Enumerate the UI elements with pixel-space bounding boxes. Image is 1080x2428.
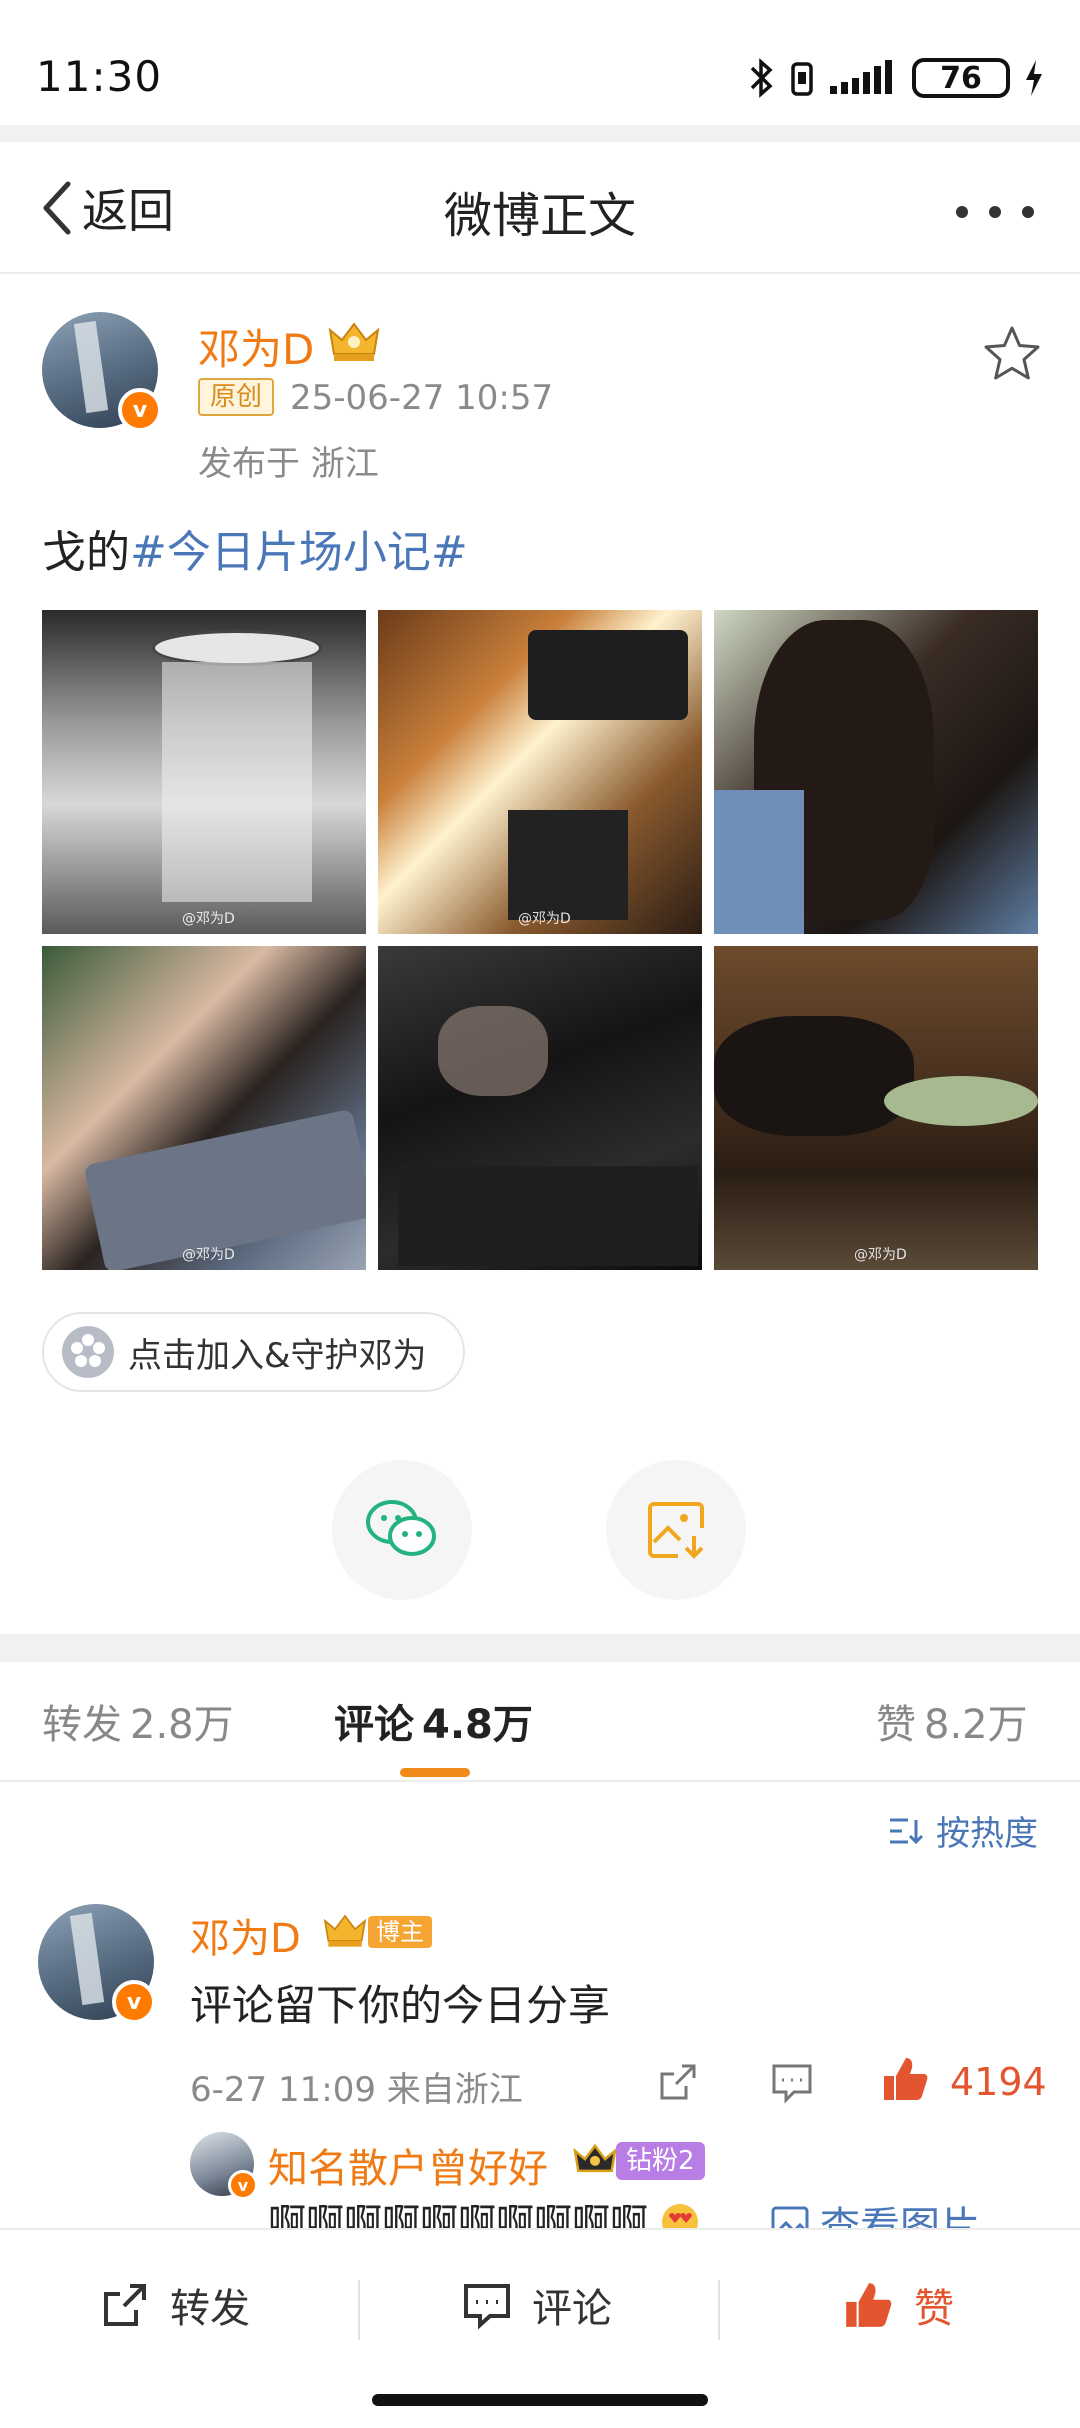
post-time: 25-06-27 10:57 — [290, 378, 554, 418]
post-location: 发布于 浙江 — [198, 444, 379, 484]
join-label: 点击加入&守护邓为 — [128, 1335, 427, 1376]
avatar-figure — [73, 320, 109, 414]
page-title: 微博正文 — [443, 188, 636, 244]
save-image-icon — [648, 1502, 704, 1559]
comment-author[interactable]: 邓为D — [190, 1906, 301, 1964]
like-icon — [846, 2283, 892, 2327]
bottom-repost-label: 转发 — [170, 2286, 250, 2332]
comment-meta: 6-27 11:09 来自浙江 — [190, 2070, 523, 2110]
charging-icon — [1026, 60, 1042, 96]
back-button[interactable]: 返回 — [40, 176, 174, 240]
section-divider — [0, 1634, 1080, 1662]
image-tile-1[interactable]: @邓为D — [42, 610, 366, 934]
crown-icon — [328, 322, 380, 361]
sort-button[interactable]: 按热度 — [888, 1806, 1038, 1855]
tab-bar: 转发 2.8万 评论 4.8万 赞 8.2万 — [0, 1662, 1080, 1782]
tab-label: 评论 — [334, 1702, 414, 1748]
chevron-left-icon — [43, 181, 71, 235]
active-tab-indicator — [400, 1768, 470, 1777]
reply-author[interactable]: 知名散户曾好好 — [268, 2136, 548, 2194]
image-watermark: @邓为D — [182, 911, 235, 927]
fan-badge: 钻粉2 — [616, 2142, 705, 2180]
flower-icon — [62, 1326, 114, 1378]
wechat-icon — [366, 1500, 436, 1556]
back-label: 返回 — [82, 184, 174, 238]
verified-badge-icon: v — [228, 2170, 258, 2200]
host-badge: 博主 — [368, 1916, 432, 1948]
bottom-comment-button[interactable]: 评论 — [462, 2276, 612, 2334]
original-badge: 原创 — [198, 378, 275, 416]
crown-icon — [573, 2143, 617, 2173]
divider — [358, 2280, 360, 2340]
status-icons: 76 — [748, 58, 1044, 98]
sort-label: 按热度 — [936, 1814, 1038, 1854]
post-text: 戈的#今日片场小记# — [42, 516, 468, 580]
image-tile-6[interactable]: @邓为D — [714, 946, 1038, 1270]
status-time: 11:30 — [36, 52, 163, 101]
bottom-like-label: 赞 — [914, 2286, 954, 2332]
divider — [718, 2280, 720, 2340]
comment-icon — [464, 2284, 510, 2330]
tab-reposts[interactable]: 转发 2.8万 — [42, 1692, 234, 1750]
join-button[interactable]: 点击加入&守护邓为 — [42, 1312, 465, 1392]
wechat-share-button[interactable] — [332, 1460, 472, 1600]
image-tile-2[interactable]: @邓为D — [378, 610, 702, 934]
save-image-button[interactable] — [606, 1460, 746, 1600]
sort-icon — [890, 1818, 924, 1844]
image-watermark: @邓为D — [518, 911, 571, 927]
image-tile-3[interactable] — [714, 610, 1038, 934]
signal-icon — [830, 60, 892, 94]
navbar: 返回 微博正文 — [0, 142, 1080, 274]
tab-label: 赞 — [876, 1702, 916, 1748]
tab-label: 转发 — [42, 1702, 122, 1748]
tab-count: 4.8万 — [422, 1702, 533, 1748]
star-icon[interactable] — [982, 324, 1042, 384]
repost-icon — [104, 2284, 146, 2326]
comment-text: 评论留下你的今日分享 — [190, 1981, 611, 2030]
divider — [0, 125, 1080, 142]
crown-icon — [323, 1914, 367, 1947]
bottom-repost-button[interactable]: 转发 — [100, 2276, 250, 2334]
verified-badge-icon: v — [112, 1980, 156, 2024]
phone-vibrate-icon — [791, 62, 813, 96]
status-bar: 11:30 76 — [0, 0, 1080, 125]
hashtag-link[interactable]: #今日片场小记# — [130, 527, 468, 578]
bottom-like-button[interactable]: 赞 — [842, 2276, 954, 2334]
tab-comments[interactable]: 评论 4.8万 — [334, 1692, 533, 1750]
comment-like-count: 4194 — [950, 2060, 1047, 2104]
post-text-prefix: 戈的 — [42, 527, 130, 578]
comment-icon[interactable] — [770, 2060, 814, 2104]
repost-icon[interactable] — [656, 2060, 700, 2104]
verified-badge-icon: v — [118, 388, 162, 432]
image-watermark: @邓为D — [182, 1247, 235, 1263]
tab-count: 8.2万 — [924, 1702, 1028, 1748]
image-watermark: @邓为D — [854, 1247, 907, 1263]
bluetooth-icon — [750, 58, 773, 98]
tab-likes[interactable]: 赞 8.2万 — [876, 1692, 1028, 1750]
image-tile-4[interactable]: @邓为D — [42, 946, 366, 1270]
author-name[interactable]: 邓为D — [198, 316, 314, 377]
bottom-comment-label: 评论 — [532, 2286, 612, 2332]
image-grid: @邓为D @邓为D @邓为D @邓为D — [42, 610, 1038, 1270]
battery-icon: 76 — [912, 58, 1010, 98]
like-icon[interactable] — [880, 2054, 930, 2104]
image-tile-5[interactable] — [378, 946, 702, 1270]
more-dots-icon[interactable] — [950, 192, 1040, 232]
post-header: v 邓为D 原创 25-06-27 10:57 发布于 浙江 — [0, 300, 1080, 490]
home-indicator[interactable] — [372, 2394, 708, 2406]
tab-count: 2.8万 — [130, 1702, 234, 1748]
